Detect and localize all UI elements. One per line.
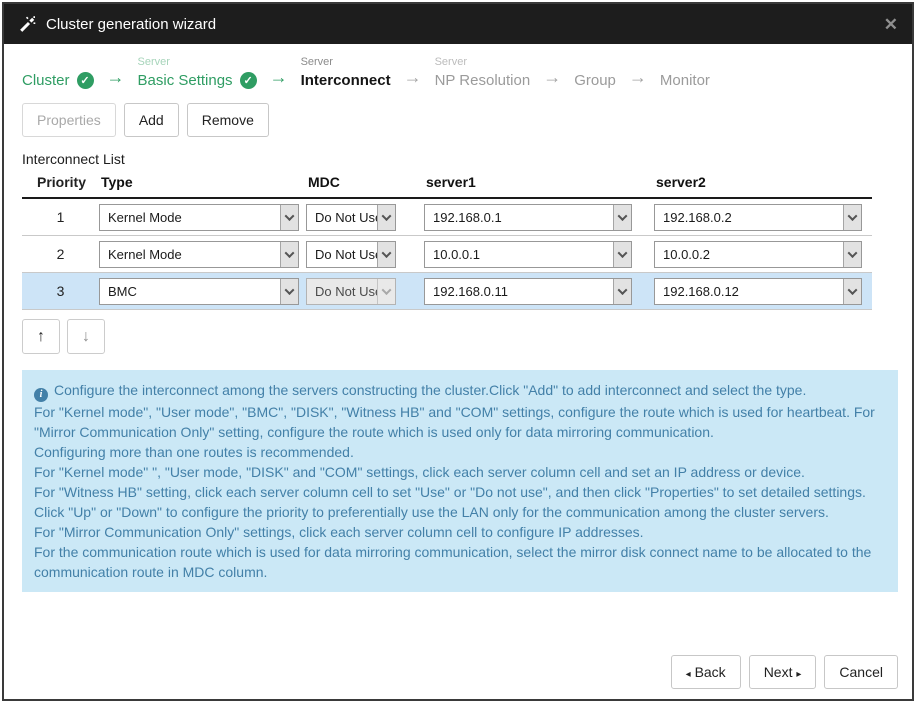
step-arrow-icon: →	[404, 67, 422, 88]
chevron-down-icon	[843, 242, 861, 267]
toolbar: Properties Add Remove	[4, 101, 912, 143]
info-box: iConfigure the interconnect among the se…	[22, 370, 898, 592]
step-caption: Server	[138, 56, 257, 71]
step-label: Cluster	[22, 72, 70, 89]
cluster-generation-wizard-dialog: Cluster generation wizard ✕ Cluster ✓ → …	[2, 2, 914, 701]
step-caption: Server	[301, 56, 391, 71]
step-monitor: Monitor	[660, 56, 710, 89]
interconnect-list-title: Interconnect List	[4, 143, 912, 174]
step-label: Interconnect	[301, 72, 391, 89]
column-header-mdc: MDC	[306, 174, 424, 190]
column-header-server1: server1	[424, 174, 654, 190]
step-arrow-icon: →	[629, 67, 647, 88]
step-label: Monitor	[660, 72, 710, 89]
properties-button[interactable]: Properties	[22, 103, 116, 137]
chevron-down-icon	[843, 205, 861, 230]
next-arrow-icon: ▸	[796, 669, 801, 680]
step-cluster: Cluster ✓	[22, 56, 94, 89]
step-arrow-icon: →	[270, 67, 288, 88]
interconnect-table: Priority Type MDC server1 server2 1 Kern…	[22, 174, 872, 310]
step-caption: Server	[435, 56, 531, 71]
step-group: Group	[574, 56, 616, 89]
step-label: NP Resolution	[435, 72, 531, 89]
check-icon: ✓	[240, 72, 257, 89]
chevron-down-icon	[613, 279, 631, 304]
step-caption	[574, 56, 616, 71]
priority-cell: 2	[22, 246, 99, 262]
step-np-resolution: Server NP Resolution	[435, 56, 531, 89]
table-row[interactable]: 1 Kernel Mode Do Not Use 192.168.0.1 192…	[22, 199, 872, 236]
wizard-steps: Cluster ✓ → Server Basic Settings ✓ → Se…	[4, 44, 912, 101]
step-caption	[660, 56, 710, 71]
table-row[interactable]: 2 Kernel Mode Do Not Use 10.0.0.1 10.0.0…	[22, 236, 872, 273]
server2-select[interactable]: 10.0.0.2	[654, 241, 862, 268]
mdc-select-disabled[interactable]: Do Not Use	[306, 278, 396, 305]
type-select[interactable]: Kernel Mode	[99, 204, 299, 231]
column-header-priority: Priority	[22, 174, 99, 190]
chevron-down-icon	[613, 205, 631, 230]
info-text: Configure the interconnect among the ser…	[34, 382, 875, 580]
step-basic-settings: Server Basic Settings ✓	[138, 56, 257, 89]
next-button-label: Next	[764, 664, 793, 680]
step-arrow-icon: →	[543, 67, 561, 88]
type-select[interactable]: BMC	[99, 278, 299, 305]
chevron-down-icon	[843, 279, 861, 304]
mdc-select[interactable]: Do Not Use	[306, 204, 396, 231]
chevron-down-icon	[280, 242, 298, 267]
close-icon[interactable]: ✕	[884, 16, 898, 33]
step-caption	[22, 56, 94, 71]
dialog-title: Cluster generation wizard	[46, 16, 216, 33]
server1-select[interactable]: 192.168.0.1	[424, 204, 632, 231]
footer-buttons: ◂ Back Next ▸ Cancel	[671, 655, 898, 689]
server1-select[interactable]: 10.0.0.1	[424, 241, 632, 268]
chevron-down-icon	[377, 205, 395, 230]
check-icon: ✓	[77, 72, 94, 89]
cancel-button[interactable]: Cancel	[824, 655, 898, 689]
step-label: Group	[574, 72, 616, 89]
magic-wand-icon	[18, 15, 37, 34]
step-interconnect: Server Interconnect	[301, 56, 391, 89]
priority-cell: 1	[22, 209, 99, 225]
server2-select[interactable]: 192.168.0.2	[654, 204, 862, 231]
step-label: Basic Settings	[138, 72, 233, 89]
back-button-label: Back	[695, 664, 726, 680]
remove-button[interactable]: Remove	[187, 103, 269, 137]
move-up-button[interactable]: ↑	[22, 319, 60, 354]
move-down-button[interactable]: ↓	[67, 319, 105, 354]
chevron-down-icon	[377, 279, 395, 304]
priority-cell: 3	[22, 283, 99, 299]
table-row-selected[interactable]: 3 BMC Do Not Use 192.168.0.11 192.168.0.…	[22, 273, 872, 310]
server2-select[interactable]: 192.168.0.12	[654, 278, 862, 305]
mdc-select[interactable]: Do Not Use	[306, 241, 396, 268]
chevron-down-icon	[377, 242, 395, 267]
column-header-type: Type	[99, 174, 306, 190]
type-select[interactable]: Kernel Mode	[99, 241, 299, 268]
server1-select[interactable]: 192.168.0.11	[424, 278, 632, 305]
titlebar: Cluster generation wizard ✕	[4, 4, 912, 44]
chevron-down-icon	[280, 279, 298, 304]
back-button[interactable]: ◂ Back	[671, 655, 741, 689]
info-icon: i	[34, 388, 48, 402]
next-button[interactable]: Next ▸	[749, 655, 817, 689]
column-header-server2: server2	[654, 174, 872, 190]
add-button[interactable]: Add	[124, 103, 179, 137]
reorder-controls: ↑ ↓	[4, 310, 912, 363]
chevron-down-icon	[613, 242, 631, 267]
table-header: Priority Type MDC server1 server2	[22, 174, 872, 199]
back-arrow-icon: ◂	[686, 669, 691, 680]
chevron-down-icon	[280, 205, 298, 230]
step-arrow-icon: →	[107, 67, 125, 88]
